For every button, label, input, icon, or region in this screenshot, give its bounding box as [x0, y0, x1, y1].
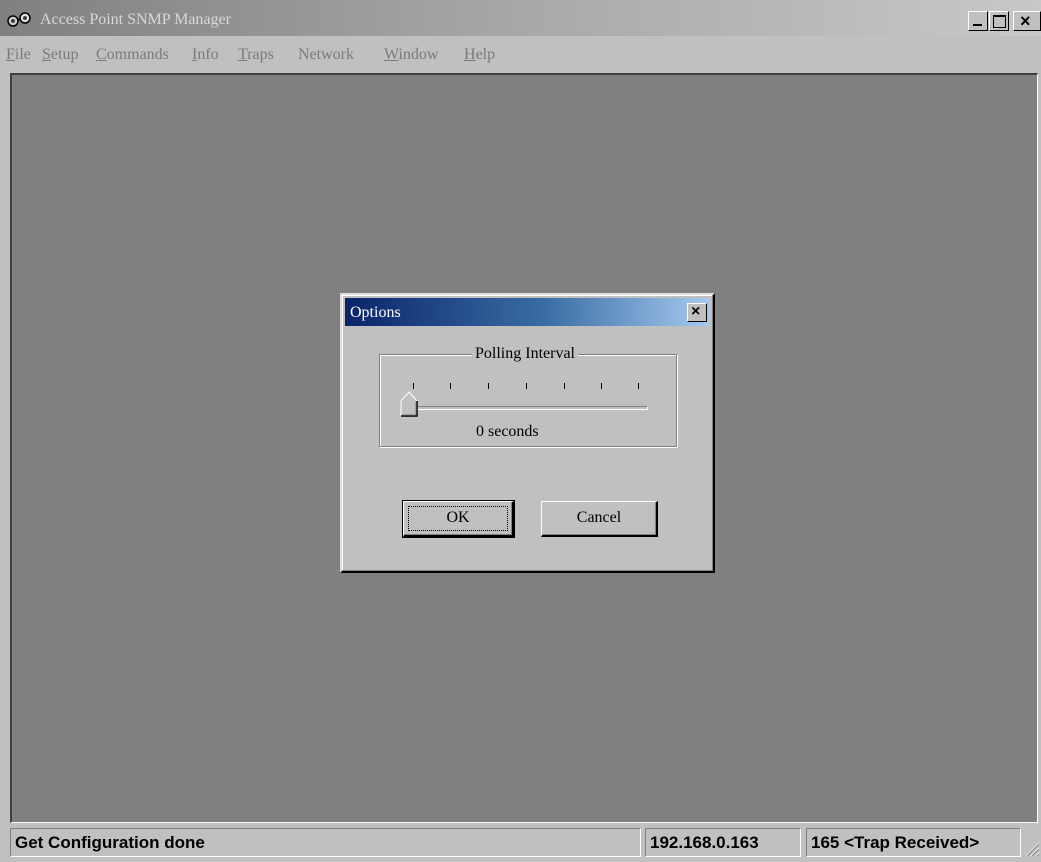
title-bar[interactable]: Access Point SNMP Manager ×	[0, 0, 1041, 36]
ok-button[interactable]: OK	[402, 500, 515, 538]
slider-tick	[638, 383, 639, 389]
menu-bar: File Setup Commands Info Traps Network W…	[0, 36, 1041, 70]
slider-tick	[601, 383, 602, 389]
menu-commands[interactable]: Commands	[96, 46, 169, 64]
dialog-title-bar[interactable]: Options ×	[345, 298, 710, 326]
options-dialog: Options × Polling Interval 0 seconds OK …	[340, 293, 715, 573]
menu-window[interactable]: Window	[384, 46, 438, 64]
slider-tick	[450, 383, 451, 389]
minimize-button[interactable]	[968, 11, 988, 31]
slider-thumb[interactable]	[400, 391, 418, 417]
window-title: Access Point SNMP Manager	[40, 11, 231, 28]
size-grip-icon[interactable]	[1024, 839, 1040, 857]
dialog-close-button[interactable]: ×	[687, 303, 707, 322]
close-icon: ×	[691, 303, 701, 320]
network-nodes-icon[interactable]	[7, 10, 33, 32]
menu-file[interactable]: File	[6, 46, 31, 64]
slider-tick	[526, 383, 527, 389]
slider-tick	[413, 383, 414, 389]
status-ip-address: 192.168.0.163	[645, 828, 801, 857]
app-window: Access Point SNMP Manager × File Setup C…	[0, 0, 1041, 860]
close-button[interactable]: ×	[1013, 11, 1041, 31]
menu-setup[interactable]: Setup	[42, 46, 78, 64]
dialog-title: Options	[350, 304, 401, 321]
polling-interval-value: 0 seconds	[476, 423, 539, 440]
polling-interval-slider[interactable]	[408, 406, 648, 410]
menu-traps[interactable]: Traps	[238, 46, 274, 64]
status-trap-count: 165 <Trap Received>	[806, 828, 1021, 857]
menu-network[interactable]: Network	[298, 46, 354, 64]
menu-info[interactable]: Info	[192, 46, 219, 64]
focus-rectangle	[408, 506, 508, 531]
polling-interval-group: Polling Interval 0 seconds	[379, 345, 677, 447]
close-icon: ×	[1020, 11, 1031, 31]
menu-help[interactable]: Help	[464, 46, 495, 64]
cancel-button-label: Cancel	[576, 509, 622, 526]
maximize-icon	[993, 15, 1006, 28]
slider-tick	[488, 383, 489, 389]
slider-tick	[564, 383, 565, 389]
polling-interval-label: Polling Interval	[472, 345, 578, 363]
status-message: Get Configuration done	[10, 828, 641, 857]
minimize-icon	[973, 24, 982, 26]
cancel-button[interactable]: Cancel	[541, 501, 658, 537]
status-bar: Get Configuration done 192.168.0.163 165…	[0, 825, 1041, 860]
maximize-button[interactable]	[989, 11, 1009, 31]
